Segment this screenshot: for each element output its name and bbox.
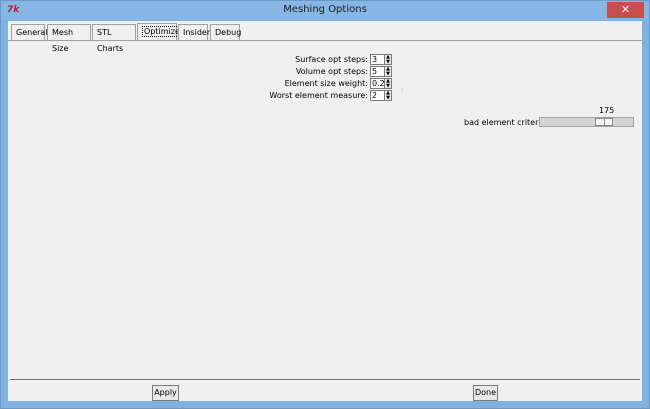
element-size-weight-label: Element size weight: xyxy=(284,79,368,88)
spin-down-icon[interactable]: ▼ xyxy=(385,72,391,77)
optimizer-panel: r Surface opt steps: 3 ▲ ▼ Volume opt st… xyxy=(8,40,642,379)
tab-label: Debug xyxy=(215,28,242,37)
spin-down-icon[interactable]: ▼ xyxy=(385,84,391,89)
bad-element-criterion-label: bad element criterion xyxy=(464,118,551,127)
surface-opt-steps-label: Surface opt steps: xyxy=(295,55,368,64)
slider-thumb[interactable] xyxy=(595,118,613,126)
surface-opt-steps-spin-buttons[interactable]: ▲ ▼ xyxy=(384,54,392,65)
worst-element-measure-label: Worst element measure: xyxy=(269,91,368,100)
spin-down-icon[interactable]: ▼ xyxy=(385,96,391,101)
volume-opt-steps-label: Volume opt steps: xyxy=(295,67,368,76)
tab-stl-charts[interactable]: STL Charts xyxy=(92,24,136,53)
volume-opt-steps-spin-buttons[interactable]: ▲ ▼ xyxy=(384,66,392,77)
tab-label: General xyxy=(16,28,48,37)
apply-button[interactable]: Apply xyxy=(152,385,179,401)
tab-general[interactable]: General xyxy=(11,24,48,40)
tab-debug[interactable]: Debug xyxy=(210,24,242,40)
bad-element-criterion-slider[interactable] xyxy=(539,117,634,127)
close-button[interactable]: ✕ xyxy=(607,2,644,18)
close-icon: ✕ xyxy=(620,3,631,16)
client-area: General Mesh Size STL Charts Optimizer I… xyxy=(8,21,642,401)
window-title: Meshing Options xyxy=(283,4,367,15)
tab-insider[interactable]: Insider xyxy=(178,24,211,40)
meshing-options-window: 7k Meshing Options ✕ General Mesh Size S… xyxy=(0,0,650,409)
tab-mesh-size[interactable]: Mesh Size xyxy=(47,24,91,53)
done-button[interactable]: Done xyxy=(473,385,498,401)
tab-optimizer[interactable]: Optimizer xyxy=(137,23,186,41)
bad-element-criterion-value: 175 xyxy=(599,106,615,115)
tab-label: Insider xyxy=(183,28,211,37)
spin-down-icon[interactable]: ▼ xyxy=(385,60,391,65)
button-bar-divider xyxy=(10,379,640,380)
element-size-weight-spin-buttons[interactable]: ▲ ▼ xyxy=(384,78,392,89)
title-bar[interactable]: 7k Meshing Options ✕ xyxy=(1,1,649,20)
worst-element-measure-spin-buttons[interactable]: ▲ ▼ xyxy=(384,90,392,101)
watermark-text: r xyxy=(401,85,405,94)
